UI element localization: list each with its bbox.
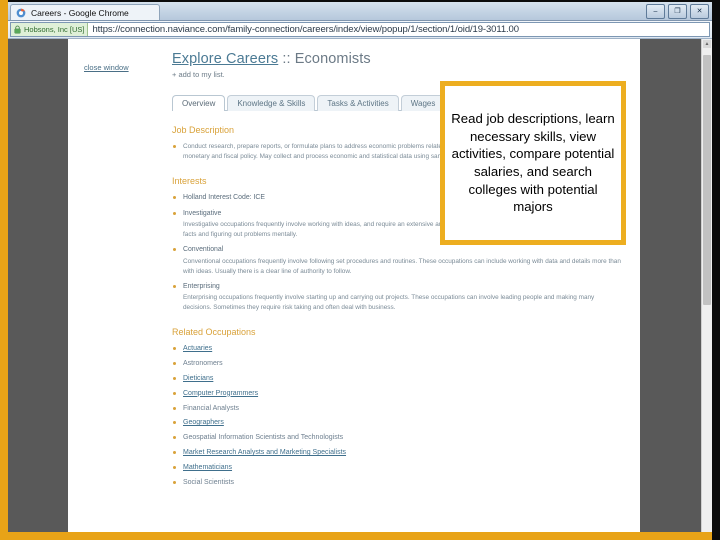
interest-title: Conventional	[183, 246, 224, 254]
url-text: https://connection.naviance.com/family-c…	[92, 24, 519, 35]
related-occupation-label: Financial Analysts	[183, 404, 240, 412]
browser-address-bar: Hobsons, Inc [US] https://connection.nav…	[8, 21, 712, 39]
list-item: Financial Analysts	[172, 404, 624, 415]
related-occupation-label: Social Scientists	[183, 478, 234, 486]
list-item[interactable]: Actuaries	[172, 344, 624, 355]
list-item[interactable]: Computer Programmers	[172, 389, 624, 400]
browser-title-bar: Careers - Google Chrome – ❐ ✕	[8, 2, 712, 21]
related-occupations-heading: Related Occupations	[172, 327, 256, 338]
page-title-separator: ::	[278, 51, 295, 67]
maximize-button[interactable]: ❐	[668, 4, 687, 19]
slide-canvas: Careers - Google Chrome – ❐ ✕ Hobsons, I…	[0, 0, 720, 540]
related-occupation-label: Astronomers	[183, 360, 223, 368]
window-controls: – ❐ ✕	[646, 4, 709, 19]
tab-overview[interactable]: Overview	[172, 95, 226, 111]
page-title: Explore Careers :: Economists	[172, 51, 624, 67]
list-item: Geospatial Information Scientists and Te…	[172, 433, 624, 444]
annotation-callout: Read job descriptions, learn necessary s…	[440, 81, 626, 245]
scrollbar-thumb[interactable]	[703, 55, 711, 305]
related-occupations-list: Actuaries Astronomers Dieticians Compute…	[172, 344, 624, 488]
interest-body: Conventional occupations frequently invo…	[183, 257, 621, 275]
site-identity-badge[interactable]: Hobsons, Inc [US]	[11, 23, 89, 36]
list-item[interactable]: Dieticians	[172, 374, 624, 385]
list-item: Social Scientists	[172, 478, 624, 489]
slide-frame-bottom-accent	[0, 532, 720, 540]
chrome-favicon-icon	[16, 8, 26, 17]
tab-wages[interactable]: Wages	[400, 95, 446, 111]
tab-tasks-activities[interactable]: Tasks & Activities	[317, 95, 399, 111]
url-input[interactable]: Hobsons, Inc [US] https://connection.nav…	[10, 22, 710, 37]
page-right-gutter	[640, 39, 702, 532]
list-item: Astronomers	[172, 359, 624, 370]
slide-frame-right	[712, 0, 720, 540]
interest-title: Enterprising	[183, 282, 220, 290]
close-window-link[interactable]: close window	[84, 63, 129, 72]
interest-item-enterprising: Enterprising Enterprising occupations fr…	[172, 282, 624, 314]
page-title-subject: Economists	[294, 51, 371, 67]
browser-tab[interactable]: Careers - Google Chrome	[10, 4, 160, 20]
related-occupation-link[interactable]: Computer Programmers	[183, 390, 258, 397]
related-occupation-link[interactable]: Market Research Analysts and Marketing S…	[183, 449, 346, 456]
related-occupation-link[interactable]: Geographers	[183, 419, 224, 426]
minimize-button[interactable]: –	[646, 4, 665, 19]
page-left-gutter	[8, 39, 68, 532]
vertical-scrollbar[interactable]: ▲	[701, 39, 712, 532]
interest-item-conventional: Conventional Conventional occupations fr…	[172, 245, 624, 277]
page-title-link[interactable]: Explore Careers	[172, 51, 278, 67]
list-item[interactable]: Mathematicians	[172, 463, 624, 474]
related-occupation-link[interactable]: Mathematicians	[183, 464, 232, 471]
related-occupation-link[interactable]: Dieticians	[183, 375, 213, 382]
annotation-callout-text: Read job descriptions, learn necessary s…	[451, 111, 615, 215]
related-occupation-link[interactable]: Actuaries	[183, 345, 212, 352]
interest-body: Enterprising occupations frequently invo…	[183, 294, 595, 312]
tab-knowledge-skills[interactable]: Knowledge & Skills	[227, 95, 316, 111]
ev-certificate-label: Hobsons, Inc [US]	[24, 25, 85, 34]
related-occupation-label: Geospatial Information Scientists and Te…	[183, 434, 344, 442]
close-button[interactable]: ✕	[690, 4, 709, 19]
scroll-up-arrow-icon[interactable]: ▲	[703, 40, 711, 48]
browser-tab-title: Careers - Google Chrome	[31, 7, 129, 18]
lock-icon	[14, 25, 21, 34]
slide-frame-left-accent	[0, 0, 8, 540]
add-to-my-list-link[interactable]: + add to my list.	[172, 70, 624, 79]
list-item[interactable]: Market Research Analysts and Marketing S…	[172, 448, 624, 459]
list-item[interactable]: Geographers	[172, 418, 624, 429]
